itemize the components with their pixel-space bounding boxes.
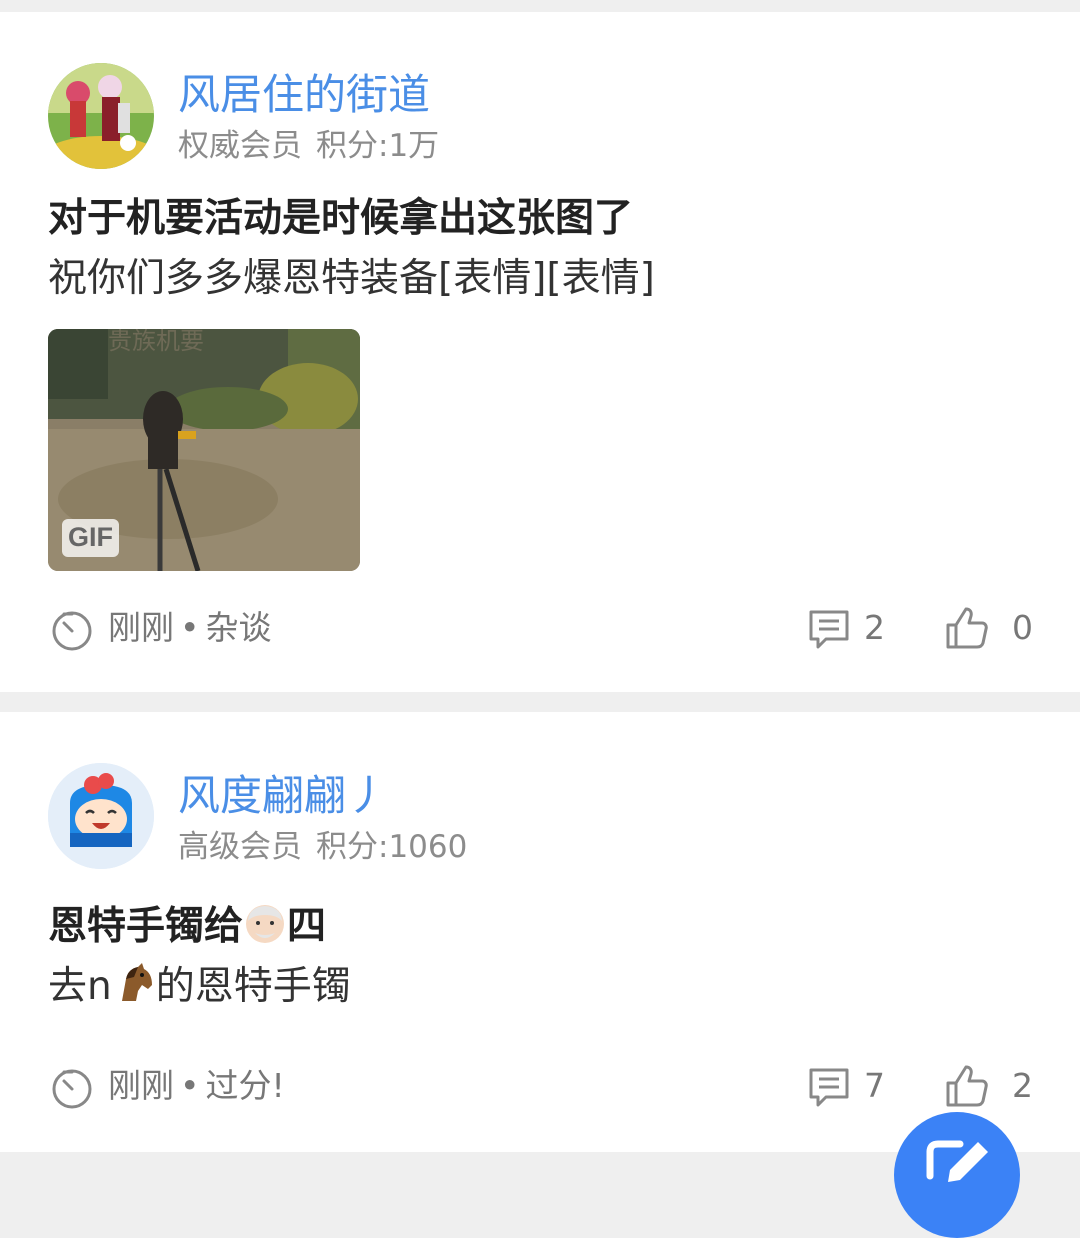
- post-title[interactable]: 恩特手镯给 四: [48, 901, 326, 946]
- post-footer: 刚刚 • 过分! 7 2: [0, 1063, 1080, 1111]
- avatar[interactable]: [48, 63, 154, 169]
- post-time-category: 刚刚 • 过分!: [108, 1069, 285, 1102]
- post-title[interactable]: 对于机要活动是时候拿出这张图了: [48, 199, 633, 238]
- author-meta: 权威会员 积分:1万: [178, 131, 439, 162]
- author-name[interactable]: 风居住的街道: [178, 74, 430, 116]
- thumbs-up-icon: [946, 1065, 988, 1107]
- post-footer: 刚刚 • 杂谈 2 0: [0, 605, 1080, 653]
- post-title-part: 四: [287, 904, 327, 949]
- horse-emoji: [121, 963, 152, 1001]
- post-time-category: 刚刚 • 杂谈: [108, 611, 271, 644]
- author-name[interactable]: 风度翩翩丿: [178, 775, 388, 817]
- comment-count: 2: [864, 608, 885, 647]
- post-body-part: 去n: [48, 964, 112, 1009]
- post-category[interactable]: 过分!: [205, 1066, 284, 1105]
- post-body[interactable]: 去n 的恩特手镯: [48, 961, 351, 1006]
- comment-icon: [809, 1068, 849, 1107]
- avatar-image: [48, 763, 154, 869]
- author-meta: 高级会员 积分:1060: [178, 832, 467, 863]
- post-time: 刚刚: [108, 1066, 174, 1105]
- gif-badge: GIF: [62, 519, 119, 557]
- post-category[interactable]: 杂谈: [205, 608, 271, 647]
- like-count: 2: [1012, 1066, 1033, 1105]
- separator: •: [180, 1066, 200, 1105]
- post-card[interactable]: 风度翩翩丿 高级会员 积分:1060 恩特手镯给 四 去n 的恩特手镯 刚刚 • 过分…: [0, 712, 1080, 1152]
- clock-icon: [52, 1069, 92, 1109]
- avatar-image: [48, 63, 154, 169]
- post-time: 刚刚: [108, 608, 174, 647]
- post-gif-image[interactable]: 贵族机要 GIF: [48, 329, 360, 571]
- comment-count: 7: [864, 1066, 885, 1105]
- separator: •: [180, 608, 200, 647]
- post-body-part: 的恩特手镯: [155, 964, 351, 1009]
- member-rank: 高级会员: [178, 829, 302, 865]
- comment-icon: [809, 610, 849, 649]
- post-title-part: 恩特手镯给: [48, 904, 244, 949]
- post-card[interactable]: 风居住的街道 权威会员 积分:1万 对于机要活动是时候拿出这张图了 祝你们多多爆恩…: [0, 12, 1080, 692]
- like-button[interactable]: 0: [944, 605, 1044, 653]
- member-rank: 权威会员: [178, 128, 302, 164]
- member-score: 积分:1060: [316, 829, 468, 865]
- avatar[interactable]: [48, 763, 154, 869]
- old-man-emoji: [246, 905, 285, 943]
- comment-button[interactable]: 2: [806, 605, 896, 653]
- gif-watermark: 贵族机要: [108, 329, 204, 355]
- like-count: 0: [1012, 608, 1033, 647]
- compose-button[interactable]: [894, 1112, 1020, 1238]
- thumbs-up-icon: [946, 607, 988, 649]
- like-button[interactable]: 2: [944, 1063, 1044, 1111]
- pencil-icon: [926, 1140, 988, 1182]
- comment-button[interactable]: 7: [806, 1063, 896, 1111]
- member-score: 积分:1万: [316, 128, 440, 164]
- post-body[interactable]: 祝你们多多爆恩特装备[表情][表情]: [48, 259, 655, 298]
- clock-icon: [52, 611, 92, 651]
